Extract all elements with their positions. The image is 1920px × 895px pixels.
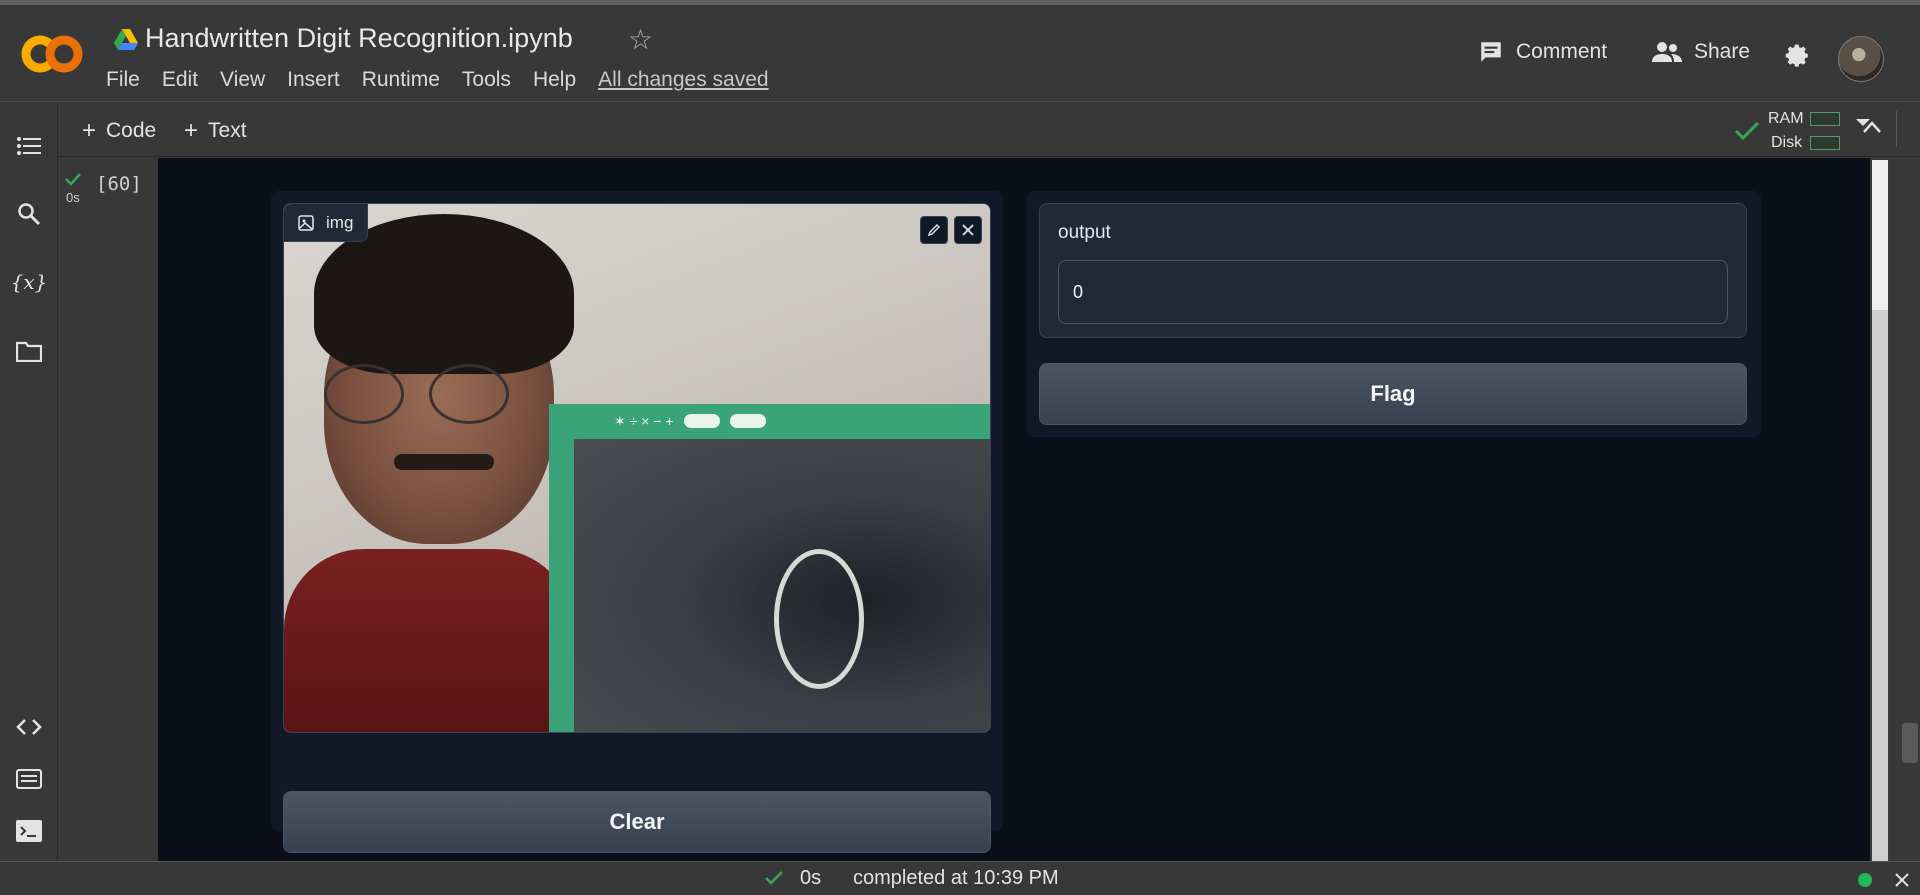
plus-icon: + (82, 117, 97, 144)
toolbar-divider (1896, 111, 1897, 147)
folder-icon[interactable] (15, 337, 43, 365)
flag-button[interactable]: Flag (1039, 363, 1747, 425)
check-icon (1734, 121, 1760, 141)
menu-runtime[interactable]: Runtime (362, 68, 440, 92)
add-code-label: Code (106, 119, 157, 142)
output-label: output (1058, 222, 1111, 243)
page-scroll-thumb[interactable] (1902, 723, 1918, 763)
close-icon[interactable] (954, 216, 982, 244)
colab-header: Handwritten Digit Recognition.ipynb ☆ Fi… (0, 5, 1920, 102)
notebook-toolbar: + Code + Text RAM Disk (58, 103, 1920, 157)
google-drive-icon[interactable] (114, 29, 138, 51)
output-textbox: output 0 (1039, 203, 1747, 338)
scrollbar-thumb[interactable] (1872, 310, 1888, 861)
comment-button[interactable]: Comment (1478, 39, 1607, 65)
status-message[interactable]: completed at 10:39 PM (853, 867, 1059, 890)
comment-icon (1481, 42, 1501, 62)
menu-file[interactable]: File (106, 68, 140, 92)
comment-label: Comment (1516, 40, 1608, 63)
image-label: img (326, 212, 354, 232)
share-button[interactable]: Share (1652, 39, 1750, 65)
connection-status-dot (1858, 873, 1872, 887)
colab-logo[interactable] (20, 32, 84, 76)
add-text-cell-button[interactable]: + Text (184, 117, 247, 145)
status-duration: 0s (800, 867, 822, 889)
share-label: Share (1694, 40, 1751, 63)
cell-exec-time: 0s (66, 190, 80, 205)
menu-tools[interactable]: Tools (462, 68, 511, 92)
status-bar: 0s completed at 10:39 PM (0, 861, 1920, 895)
image-tools (920, 216, 982, 244)
ram-usage-bar (1810, 112, 1840, 126)
ram-label: RAM (1768, 110, 1804, 127)
cell-execution-count[interactable]: [60] (96, 173, 142, 195)
variables-icon[interactable]: {x} (11, 268, 48, 296)
image-icon (298, 214, 314, 231)
user-avatar[interactable] (1838, 36, 1884, 82)
edit-icon[interactable] (920, 216, 948, 244)
disk-usage-bar (1810, 136, 1840, 150)
webcam-photo: ✶ ÷ × − + (284, 204, 990, 732)
output-value-field[interactable]: 0 (1058, 260, 1728, 324)
left-sidebar: {x} (0, 103, 58, 861)
cell-output: ✶ ÷ × − + img Clear output 0 Flag (158, 158, 1870, 861)
menu-help[interactable]: Help (533, 68, 576, 92)
clear-button[interactable]: Clear (283, 791, 991, 853)
cell-gutter (58, 158, 158, 861)
people-icon (1652, 42, 1682, 62)
plus-icon: + (184, 117, 199, 144)
terminal-icon[interactable] (15, 817, 43, 845)
gear-icon[interactable] (1781, 40, 1811, 70)
command-palette-icon[interactable] (15, 765, 43, 793)
image-input[interactable]: ✶ ÷ × − + img (283, 203, 991, 733)
cell-run-check-icon (65, 173, 81, 186)
output-scrollbar[interactable] (1870, 160, 1890, 861)
add-code-cell-button[interactable]: + Code (82, 117, 156, 145)
disk-label: Disk (1771, 134, 1803, 151)
collapse-header-icon[interactable] (1862, 120, 1882, 134)
table-of-contents-icon[interactable] (15, 132, 43, 160)
star-icon[interactable]: ☆ (628, 23, 653, 56)
search-icon[interactable] (15, 200, 43, 228)
menu-view[interactable]: View (220, 68, 265, 92)
add-text-label: Text (208, 119, 247, 142)
close-icon[interactable] (1894, 872, 1910, 888)
input-panel: ✶ ÷ × − + img Clear (271, 191, 1003, 853)
code-snippets-icon[interactable] (15, 713, 43, 741)
menu-edit[interactable]: Edit (162, 68, 198, 92)
image-label-badge: img (284, 204, 369, 242)
menu-bar: File Edit View Insert Runtime Tools Help… (106, 68, 791, 92)
notebook-title[interactable]: Handwritten Digit Recognition.ipynb (145, 23, 573, 54)
save-status-link[interactable]: All changes saved (598, 68, 768, 92)
status-check-icon (765, 871, 783, 885)
menu-insert[interactable]: Insert (287, 68, 340, 92)
